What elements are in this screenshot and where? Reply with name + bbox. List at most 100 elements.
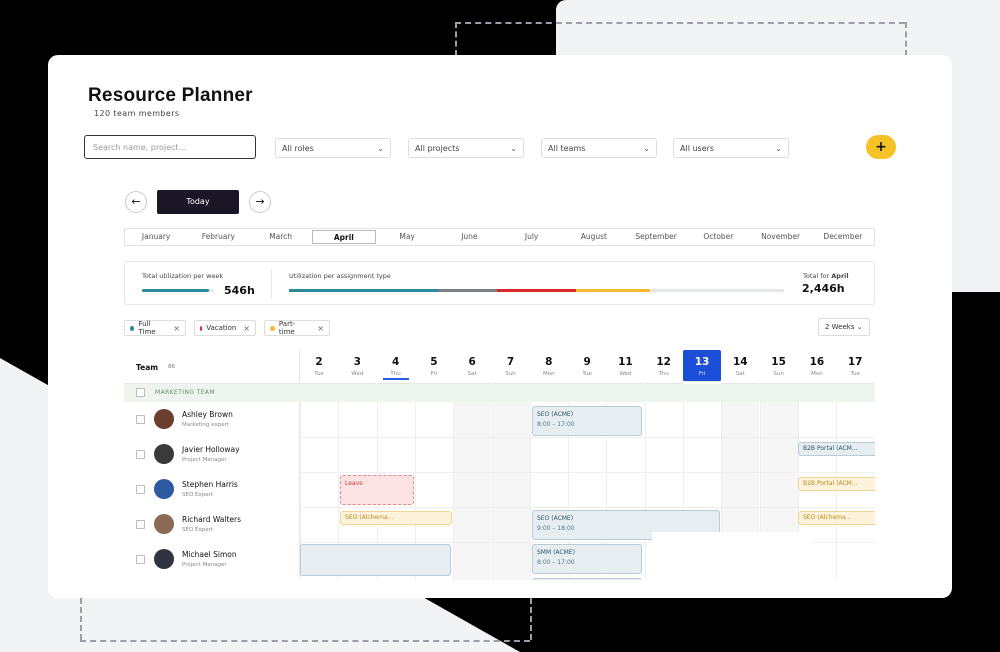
teams-select[interactable]: All teams ⌄ xyxy=(541,138,657,158)
member-row-javier-holloway[interactable]: Javier Holloway Project Manager xyxy=(124,437,300,472)
assignment-type-segment xyxy=(576,289,651,292)
day-header[interactable]: 15 Sun xyxy=(759,350,798,384)
overlay-panel xyxy=(652,532,812,598)
roles-select[interactable]: All roles ⌄ xyxy=(275,138,391,158)
day-header[interactable]: 13 Fri xyxy=(683,350,721,382)
day-header[interactable]: 4 Thu xyxy=(376,350,415,384)
users-select[interactable]: All users ⌄ xyxy=(673,138,789,158)
assignment-type-segment xyxy=(496,289,577,292)
row-checkbox[interactable] xyxy=(136,485,145,494)
day-column[interactable] xyxy=(453,384,492,580)
day-header[interactable]: 7 Sun xyxy=(491,350,530,384)
today-button[interactable]: Today xyxy=(157,190,239,214)
tab-october[interactable]: October xyxy=(687,229,749,245)
day-weekday: Wed xyxy=(619,371,632,377)
tab-august[interactable]: August xyxy=(563,229,625,245)
close-icon[interactable]: × xyxy=(317,324,324,333)
day-header[interactable]: 3 Wed xyxy=(338,350,377,384)
monthly-total-value: 2,446h xyxy=(802,282,845,295)
day-header[interactable]: 9 Tue xyxy=(568,350,607,384)
day-header[interactable]: 6 Sat xyxy=(453,350,492,384)
close-icon[interactable]: × xyxy=(243,324,250,333)
tab-june[interactable]: June xyxy=(438,229,500,245)
member-row-stephen-harris[interactable]: Stephen Harris SEO Expert xyxy=(124,472,300,507)
team-column-header: Team 86 xyxy=(124,350,300,384)
member-role: Project Manager xyxy=(182,457,227,463)
range-select[interactable]: 2 Weeks ⌄ xyxy=(818,318,870,336)
day-column[interactable] xyxy=(491,384,530,580)
day-header[interactable]: 11 Wed xyxy=(606,350,645,384)
event-block[interactable] xyxy=(300,544,451,576)
team-member-count: 120 team members xyxy=(94,109,180,118)
add-button[interactable]: + xyxy=(866,135,896,159)
row-checkbox[interactable] xyxy=(136,520,145,529)
group-row-marketing[interactable]: MARKETING TEAM xyxy=(124,384,875,402)
event-title: SEO (Alchema... xyxy=(345,514,394,521)
day-header[interactable]: 8 Mon xyxy=(529,350,568,384)
event-block[interactable]: SEO (Alchema... xyxy=(798,511,875,525)
previous-arrow-icon[interactable]: ← xyxy=(125,191,147,213)
tab-february[interactable]: February xyxy=(187,229,249,245)
day-number: 9 xyxy=(583,356,591,368)
projects-select-value: All projects xyxy=(415,143,460,153)
filter-chip-vacation[interactable]: Vacation × xyxy=(194,320,256,336)
team-header-label: Team xyxy=(136,363,159,372)
search-input[interactable]: Search name, project... xyxy=(84,135,256,159)
chip-label: Part-time xyxy=(278,320,296,336)
member-row-michael-simon[interactable]: Michael Simon Project Manager xyxy=(124,542,300,577)
avatar xyxy=(154,514,174,534)
team-header-count: 86 xyxy=(168,364,175,370)
tab-july[interactable]: July xyxy=(501,229,563,245)
member-name: Stephen Harris xyxy=(182,480,238,489)
filter-chip-full-time[interactable]: Full Time × xyxy=(124,320,186,336)
row-checkbox[interactable] xyxy=(136,555,145,564)
group-checkbox[interactable] xyxy=(136,388,145,397)
day-number: 11 xyxy=(618,356,633,368)
tab-january[interactable]: January xyxy=(125,229,187,245)
event-title: SEO (ACME) xyxy=(537,515,574,522)
tab-november[interactable]: November xyxy=(750,229,812,245)
day-number: 12 xyxy=(656,356,671,368)
resource-planner-window: Resource Planner 120 team members Search… xyxy=(48,55,952,598)
row-checkbox[interactable] xyxy=(136,415,145,424)
filter-chip-part-time[interactable]: Part-time × xyxy=(264,320,330,336)
weekly-utilization-value: 546h xyxy=(224,284,255,297)
tab-september[interactable]: September xyxy=(625,229,687,245)
next-arrow-icon[interactable]: → xyxy=(249,191,271,213)
tab-april[interactable]: April xyxy=(311,230,376,244)
day-header[interactable]: 14 Sat xyxy=(721,350,760,384)
member-row-richard-walters[interactable]: Richard Walters SEO Expert xyxy=(124,507,300,542)
full-time-dot-icon xyxy=(130,325,135,331)
event-block[interactable]: SMM (ACME) 8:00 – 17:00 xyxy=(532,544,642,574)
event-block[interactable] xyxy=(532,578,642,580)
day-weekday: Fri xyxy=(698,371,706,377)
event-block[interactable]: B2B Portal (ACM... xyxy=(798,477,875,491)
avatar xyxy=(154,549,174,569)
tab-december[interactable]: December xyxy=(812,229,874,245)
day-header[interactable]: 5 Fri xyxy=(414,350,453,384)
day-header[interactable]: 17 Tue xyxy=(836,350,875,384)
tab-march[interactable]: March xyxy=(250,229,312,245)
avatar xyxy=(154,409,174,429)
day-number: 14 xyxy=(732,356,748,368)
event-block[interactable]: B2B Portal (ACM... xyxy=(798,442,875,456)
day-weekday: Tue xyxy=(582,371,592,377)
decorative-dash xyxy=(455,22,457,56)
event-block[interactable]: SEO (ACME) 8:00 – 17:00 xyxy=(532,406,642,436)
tab-may[interactable]: May xyxy=(376,229,438,245)
day-header[interactable]: 12 Thu xyxy=(644,350,683,384)
event-block[interactable]: SEO (Alchema... xyxy=(340,511,452,525)
event-title: SMM (ACME) xyxy=(537,549,575,556)
leave-block[interactable]: Leave xyxy=(340,475,414,505)
row-checkbox[interactable] xyxy=(136,450,145,459)
day-weekday: Mon xyxy=(542,371,555,377)
close-icon[interactable]: × xyxy=(173,324,180,333)
decorative-dash xyxy=(530,598,532,640)
event-title: B2B Portal (ACM... xyxy=(803,480,858,487)
projects-select[interactable]: All projects ⌄ xyxy=(408,138,524,158)
member-row-ashley-brown[interactable]: Ashley Brown Marketing expert xyxy=(124,402,300,437)
day-header[interactable]: 2 Tue xyxy=(300,350,338,384)
day-header[interactable]: 16 Mon xyxy=(797,350,836,384)
day-weekday: Thu xyxy=(658,371,669,377)
day-weekday: Sat xyxy=(735,371,745,377)
